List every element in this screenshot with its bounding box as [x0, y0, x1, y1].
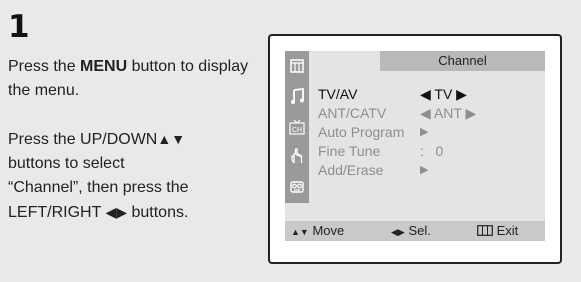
svg-text:CH: CH [292, 127, 302, 134]
menu-row-label: Fine Tune [318, 143, 381, 159]
footer-move-label: Move [312, 223, 345, 238]
menu-row-value[interactable]: : 0 [420, 142, 443, 161]
instruction-text: Press the UP/DOWN [8, 131, 158, 148]
footer-select: ◀▶ Sel. [391, 221, 431, 242]
up-down-arrows-icon: ▲▼ [157, 131, 186, 147]
menu-row-value[interactable]: ▶ [420, 123, 428, 142]
menu-row-label: Add/Erase [318, 162, 384, 178]
instruction-paragraph-1: Press the MENU button to display the men… [8, 55, 258, 103]
sound-icon[interactable] [289, 87, 305, 104]
menu-row-label: Auto Program [318, 124, 405, 140]
menu-row-value[interactable]: ▶ [420, 161, 428, 180]
function-icon[interactable] [289, 147, 305, 164]
instruction-text: “Channel”, then press the [8, 179, 189, 196]
footer-exit: Exit [477, 221, 518, 241]
menu-row-value[interactable]: ◀ TV ▶ [420, 85, 467, 104]
left-right-arrows-icon: ◀▶ [391, 227, 405, 237]
instruction-text: Press the [8, 58, 81, 75]
picture-icon[interactable] [289, 57, 305, 74]
menu-row-value[interactable]: ◀ ANT ▶ [420, 104, 476, 123]
menu-icon [477, 225, 493, 236]
instruction-text: LEFT/RIGHT [8, 204, 106, 221]
osd-title: Channel [380, 51, 545, 71]
footer-select-label: Sel. [408, 223, 431, 238]
channel-icon[interactable]: CH [289, 118, 305, 135]
menu-row-label: TV/AV [318, 86, 358, 102]
footer-exit-label: Exit [496, 223, 519, 238]
input-icon[interactable] [289, 178, 305, 195]
osd-footer: ▲▼ Move ◀▶ Sel. Exit [285, 221, 545, 241]
instruction-text: buttons to select [8, 155, 125, 172]
instruction-text: buttons. [127, 204, 189, 221]
menu-row-label: ANT/CATV [318, 105, 387, 121]
step-number: 1 [8, 9, 30, 45]
menu-button-name: MENU [80, 58, 128, 75]
up-down-arrows-icon: ▲▼ [291, 227, 309, 237]
footer-move: ▲▼ Move [291, 221, 344, 242]
instruction-paragraph-2: Press the UP/DOWN▲▼ buttons to select “C… [8, 127, 258, 225]
left-right-arrows-icon: ◀▶ [105, 204, 128, 220]
